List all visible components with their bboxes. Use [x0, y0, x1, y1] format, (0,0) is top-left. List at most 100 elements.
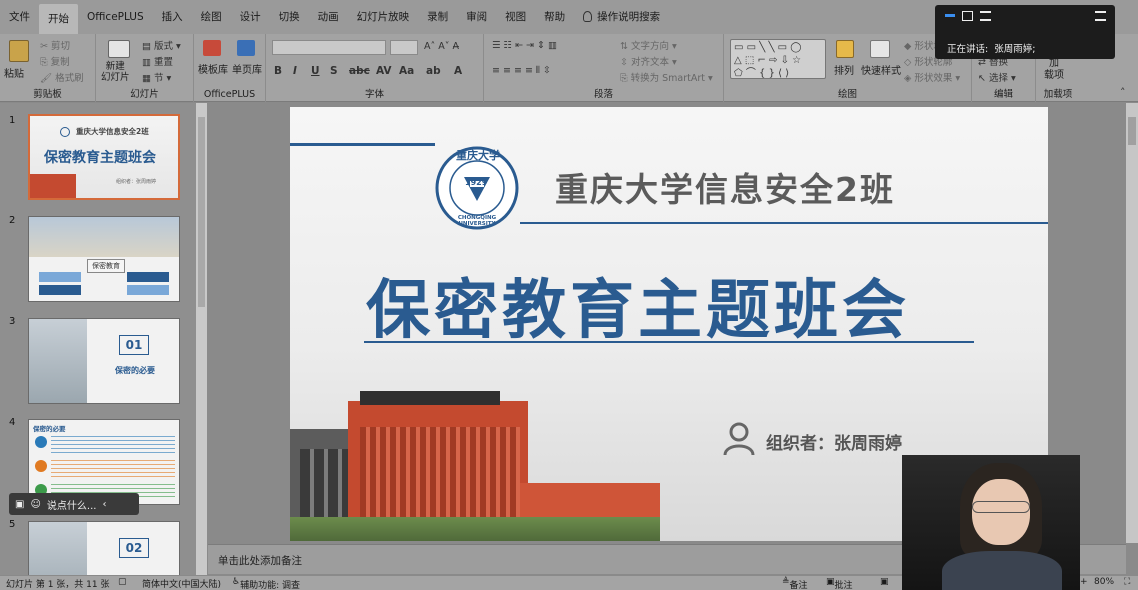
font-name-input[interactable] [272, 40, 386, 55]
notes-button[interactable]: ≜ 备注 [782, 577, 808, 590]
thumbnail-slide-2[interactable]: 保密教育 [28, 216, 180, 302]
thumb-number: 2 [9, 215, 16, 226]
underline-button[interactable]: U [311, 65, 320, 77]
new-slide-button[interactable]: 新建 幻灯片 [101, 61, 130, 83]
thumbnail-slide-3[interactable]: 01 保密的必要 [28, 318, 180, 404]
paste-button[interactable]: 粘贴 [4, 65, 24, 80]
italic-button[interactable]: I [293, 65, 297, 77]
collapse-ribbon-icon[interactable]: ˄ [1120, 86, 1126, 99]
text-lines [51, 436, 175, 454]
shapes-gallery[interactable]: ▭ ▭ ╲ ╲ ▭ ◯ △ ⬚ ⌐ ⇨ ⇩ ☆ ⬠ ⌒ { } ⟨ ⟩ [730, 39, 826, 79]
accessibility-status[interactable]: ♿ 辅助功能: 调查 [232, 577, 300, 590]
shapes-icon: ▭ ▭ ╲ ╲ ▭ ◯ △ ⬚ ⌐ ⇨ ⇩ ☆ ⬠ ⌒ { } ⟨ ⟩ [734, 42, 802, 79]
language-status[interactable]: 简体中文(中国大陆) [142, 577, 221, 590]
thumbnail-slide-1[interactable]: 重庆大学信息安全2班 保密教育主题班会 组织者：张周雨婷 [28, 114, 180, 200]
powerpoint-window: 文件 开始 OfficePLUS 插入 绘图 设计 切换 动画 幻灯片放映 录制… [0, 0, 1138, 590]
bold-button[interactable]: B [274, 65, 282, 77]
building-image [30, 174, 76, 198]
lightbulb-icon [583, 11, 593, 22]
group-label-clipboard: 剪贴板 [33, 89, 62, 100]
tab-file[interactable]: 文件 [0, 5, 39, 29]
thumb-number: 3 [9, 316, 16, 327]
template-library-icon[interactable] [203, 40, 221, 56]
change-case-button[interactable]: Aa [399, 65, 414, 77]
cut-button[interactable]: ✂ 剪切 [40, 38, 70, 52]
alignment-buttons[interactable]: ≡ ≡ ≡ ≡ ⫴ ⇳ [492, 65, 551, 76]
single-page-library-button[interactable]: 单页库 [232, 61, 262, 76]
convert-smartart-button[interactable]: ⎘ 转换为 SmartArt ▾ [620, 70, 713, 84]
minimize-icon[interactable] [945, 14, 955, 17]
speaking-status: 正在讲话: 张周雨婷; [947, 44, 1036, 55]
webcam-feed [902, 455, 1080, 590]
single-page-library-icon[interactable] [237, 40, 255, 56]
collapse-icon[interactable]: ‹ [102, 499, 106, 510]
tab-transitions[interactable]: 切换 [270, 5, 309, 29]
tower-image [29, 319, 87, 403]
tab-slideshow[interactable]: 幻灯片放映 [348, 5, 419, 29]
thumb-org: 组织者：张周雨婷 [116, 179, 157, 185]
tell-me-search[interactable]: 操作说明搜索 [574, 5, 669, 29]
addins-button[interactable]: 加 载项 [1044, 58, 1064, 82]
thumbnail-slide-5[interactable]: 02 [28, 521, 180, 575]
scroll-thumb[interactable] [1128, 117, 1136, 145]
section-button[interactable]: ▦ 节 ▾ [142, 70, 171, 84]
window-icon[interactable] [962, 11, 973, 21]
floating-chat-bar[interactable]: ▣ ☺ 说点什么... ‹ [9, 493, 139, 515]
font-color-button[interactable]: A [454, 65, 462, 77]
new-slide-icon[interactable] [108, 40, 130, 58]
copy-button[interactable]: ⎘ 复制 [40, 54, 70, 68]
spellcheck-icon[interactable]: ▢ [118, 577, 127, 587]
menu-icon[interactable] [1095, 11, 1106, 21]
quick-styles-icon[interactable] [870, 40, 890, 58]
thumbnail-scrollbar[interactable] [196, 103, 207, 575]
comments-button[interactable]: ▣ 批注 [826, 577, 853, 590]
tab-animations[interactable]: 动画 [309, 5, 348, 29]
layout-icon[interactable] [980, 11, 991, 21]
tab-record[interactable]: 录制 [418, 5, 457, 29]
normal-view-icon[interactable]: ▣ [880, 577, 889, 587]
tab-review[interactable]: 审阅 [457, 5, 496, 29]
highlight-button[interactable]: ab [426, 65, 441, 77]
tab-home[interactable]: 开始 [39, 4, 78, 34]
emoji-icon[interactable]: ☺ [30, 499, 40, 510]
thumb-number: 1 [9, 115, 16, 126]
group-label-editing: 编辑 [993, 89, 1013, 100]
paste-icon[interactable] [9, 40, 29, 62]
reset-button[interactable]: ▥ 重置 [142, 54, 173, 68]
fit-slide-icon[interactable]: ⛶ [1124, 577, 1130, 587]
format-painter-button[interactable]: 🖌 格式刷 [40, 70, 84, 84]
editor-scrollbar[interactable] [1126, 103, 1138, 543]
arrange-icon[interactable] [836, 40, 854, 58]
notes-placeholder[interactable]: 单击此处添加备注 [218, 553, 302, 568]
tab-design[interactable]: 设计 [231, 5, 270, 29]
decor-line [520, 222, 1048, 224]
person-icon [723, 422, 755, 456]
bullets-button[interactable]: ☰ ☷ ⇤ ⇥ ⇕ ▥ [492, 40, 557, 51]
screen-share-icon[interactable]: ▣ [15, 499, 24, 510]
select-button[interactable]: ↖ 选择 ▾ [978, 70, 1016, 84]
shape-effects-button[interactable]: ◈ 形状效果 ▾ [904, 70, 960, 84]
align-text-button[interactable]: ⇳ 对齐文本 ▾ [620, 54, 677, 68]
tab-officeplus[interactable]: OfficePLUS [78, 5, 153, 29]
arrange-button[interactable]: 排列 [834, 62, 854, 77]
tab-view[interactable]: 视图 [496, 5, 535, 29]
text-direction-button[interactable]: ⇅ 文字方向 ▾ [620, 38, 677, 52]
scroll-thumb[interactable] [198, 117, 205, 307]
thumb-title: 保密教育主题班会 [44, 150, 156, 166]
university-logo-icon [60, 127, 70, 137]
strikethrough-button[interactable]: abc [349, 65, 370, 77]
char-spacing-button[interactable]: AV [376, 65, 392, 77]
zoom-level[interactable]: 80% [1094, 577, 1114, 587]
tab-help[interactable]: 帮助 [535, 5, 574, 29]
quick-styles-button[interactable]: 快速样式 [861, 62, 901, 77]
font-size-input[interactable] [390, 40, 418, 55]
chat-input[interactable]: 说点什么... [47, 497, 97, 512]
template-library-button[interactable]: 模板库 [198, 61, 228, 76]
layout-button[interactable]: ▤ 版式 ▾ [142, 38, 181, 52]
group-label-paragraph: 段落 [593, 89, 613, 100]
font-grow-shrink[interactable]: A˄ A˅ A̶ [424, 41, 459, 52]
shadow-button[interactable]: S [330, 65, 338, 77]
tab-insert[interactable]: 插入 [153, 5, 192, 29]
zoom-in-button[interactable]: + [1080, 577, 1088, 587]
tab-draw[interactable]: 绘图 [192, 5, 231, 29]
